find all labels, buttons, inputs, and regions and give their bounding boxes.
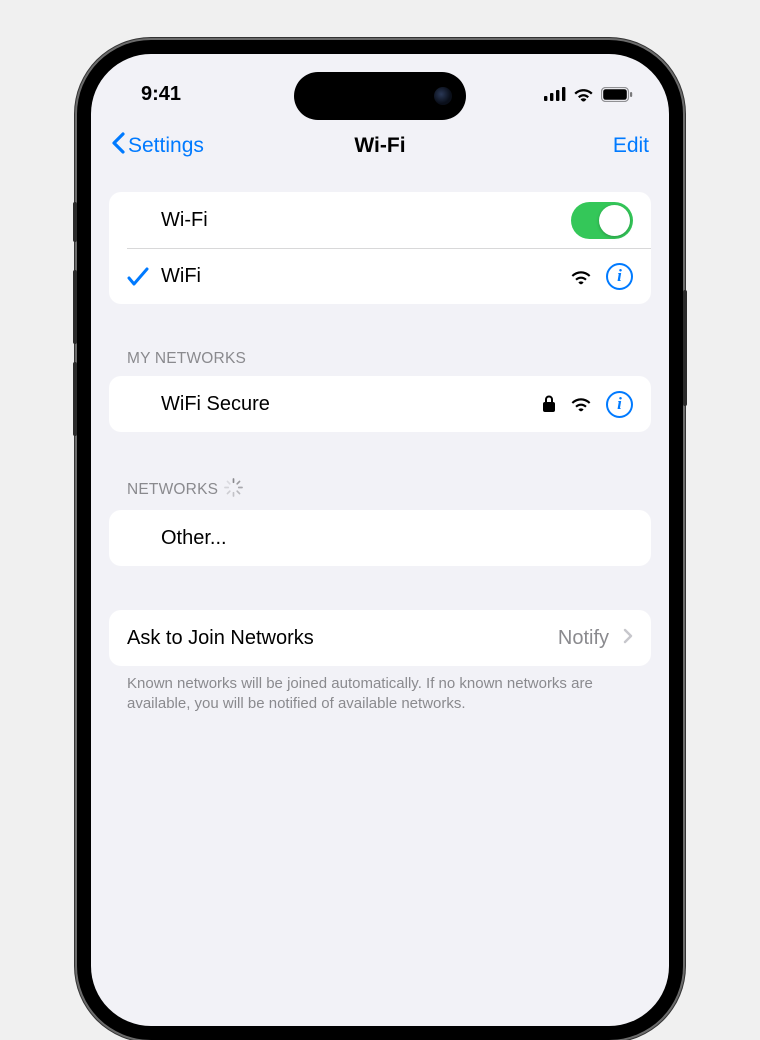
connected-network-name: WiFi bbox=[161, 265, 570, 288]
connected-network-row[interactable]: WiFi i bbox=[127, 248, 651, 304]
network-row[interactable]: WiFi Secure i bbox=[109, 376, 651, 432]
status-icons bbox=[544, 87, 633, 102]
ask-to-join-row[interactable]: Ask to Join Networks Notify bbox=[109, 610, 651, 666]
toggle-knob bbox=[599, 205, 630, 236]
edit-button[interactable]: Edit bbox=[613, 134, 649, 158]
networks-header-label: NETWORKS bbox=[127, 481, 218, 499]
nav-bar: Settings Wi-Fi Edit bbox=[91, 124, 669, 168]
back-button[interactable]: Settings bbox=[111, 132, 204, 160]
screen: 9:41 bbox=[91, 54, 669, 1026]
ask-to-join-card: Ask to Join Networks Notify bbox=[109, 610, 651, 666]
ask-to-join-value: Notify bbox=[558, 627, 609, 650]
content: Wi-Fi WiFi i bbox=[91, 168, 669, 715]
wifi-toggle-label: Wi-Fi bbox=[161, 209, 571, 232]
wifi-status-icon bbox=[573, 87, 594, 102]
ask-to-join-footer: Known networks will be joined automatica… bbox=[109, 666, 651, 715]
wifi-signal-icon bbox=[570, 396, 592, 412]
chevron-left-icon bbox=[111, 132, 126, 160]
checkmark-icon bbox=[127, 267, 161, 287]
my-networks-card: WiFi Secure i bbox=[109, 376, 651, 432]
phone-mute-switch bbox=[73, 202, 77, 242]
network-name: WiFi Secure bbox=[161, 393, 542, 416]
dynamic-island bbox=[294, 72, 466, 120]
phone-frame: 9:41 bbox=[77, 40, 683, 1040]
status-time: 9:41 bbox=[141, 83, 181, 106]
wifi-toggle-row: Wi-Fi bbox=[109, 192, 651, 248]
phone-volume-up bbox=[73, 270, 77, 344]
phone-power-button bbox=[683, 290, 687, 406]
cellular-signal-icon bbox=[544, 87, 566, 101]
back-label: Settings bbox=[128, 134, 204, 158]
front-camera bbox=[434, 87, 452, 105]
other-label: Other... bbox=[161, 527, 633, 550]
networks-header: NETWORKS bbox=[109, 470, 651, 510]
lock-icon bbox=[542, 395, 556, 413]
phone-volume-down bbox=[73, 362, 77, 436]
loading-spinner-icon bbox=[224, 478, 243, 502]
ask-to-join-label: Ask to Join Networks bbox=[127, 627, 558, 650]
networks-card: Other... bbox=[109, 510, 651, 566]
info-button[interactable]: i bbox=[606, 263, 633, 290]
wifi-main-card: Wi-Fi WiFi i bbox=[109, 192, 651, 304]
chevron-right-icon bbox=[623, 627, 633, 650]
my-networks-header: MY NETWORKS bbox=[109, 342, 651, 376]
wifi-toggle[interactable] bbox=[571, 202, 633, 239]
wifi-signal-icon bbox=[570, 269, 592, 285]
info-button[interactable]: i bbox=[606, 391, 633, 418]
battery-icon bbox=[601, 87, 633, 102]
other-network-row[interactable]: Other... bbox=[109, 510, 651, 566]
